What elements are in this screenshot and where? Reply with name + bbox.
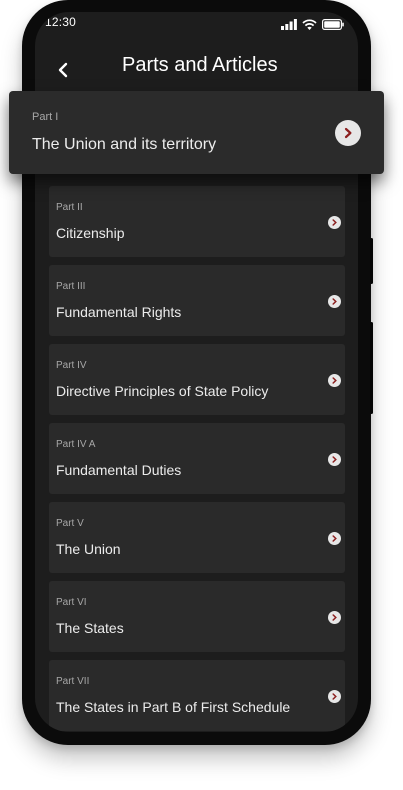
list-item-part-4a[interactable]: Part IV A Fundamental Duties [49, 423, 345, 494]
part-title: Fundamental Rights [56, 304, 182, 320]
power-button [370, 238, 373, 284]
chevron-right-icon [328, 532, 341, 545]
list-item-part-2[interactable]: Part II Citizenship [49, 186, 345, 257]
part-label: Part II [56, 202, 83, 213]
list-item-part-4[interactable]: Part IV Directive Principles of State Po… [49, 344, 345, 415]
chevron-right-icon [328, 216, 341, 229]
part-label: Part III [56, 281, 86, 292]
list-item-part-6[interactable]: Part VI The States [49, 581, 345, 652]
chevron-right-icon [328, 374, 341, 387]
volume-button [370, 322, 373, 414]
part-label: Part V [56, 518, 84, 529]
part-title: Fundamental Duties [56, 462, 182, 478]
part-title: The States in Part B of First Schedule [56, 699, 291, 715]
featured-part-title: The Union and its territory [32, 136, 217, 153]
chevron-right-icon [328, 690, 341, 703]
part-label: Part VII [56, 676, 90, 687]
featured-part-label: Part I [32, 111, 59, 123]
part-title: The Union [56, 541, 121, 557]
chevron-right-icon [335, 120, 361, 146]
list-item-part-5[interactable]: Part V The Union [49, 502, 345, 573]
list-item-part-7[interactable]: Part VII The States in Part B of First S… [49, 660, 345, 731]
chevron-right-icon [328, 453, 341, 466]
part-title: The States [56, 620, 124, 636]
chevron-right-icon [328, 295, 341, 308]
part-label: Part IV [56, 360, 87, 371]
featured-part-card[interactable]: Part I The Union and its territory [9, 91, 384, 174]
part-title: Directive Principles of State Policy [56, 383, 269, 399]
part-title: Citizenship [56, 225, 125, 241]
chevron-right-icon [328, 611, 341, 624]
part-label: Part VI [56, 597, 87, 608]
part-label: Part IV A [56, 439, 96, 450]
list-item-part-3[interactable]: Part III Fundamental Rights [49, 265, 345, 336]
